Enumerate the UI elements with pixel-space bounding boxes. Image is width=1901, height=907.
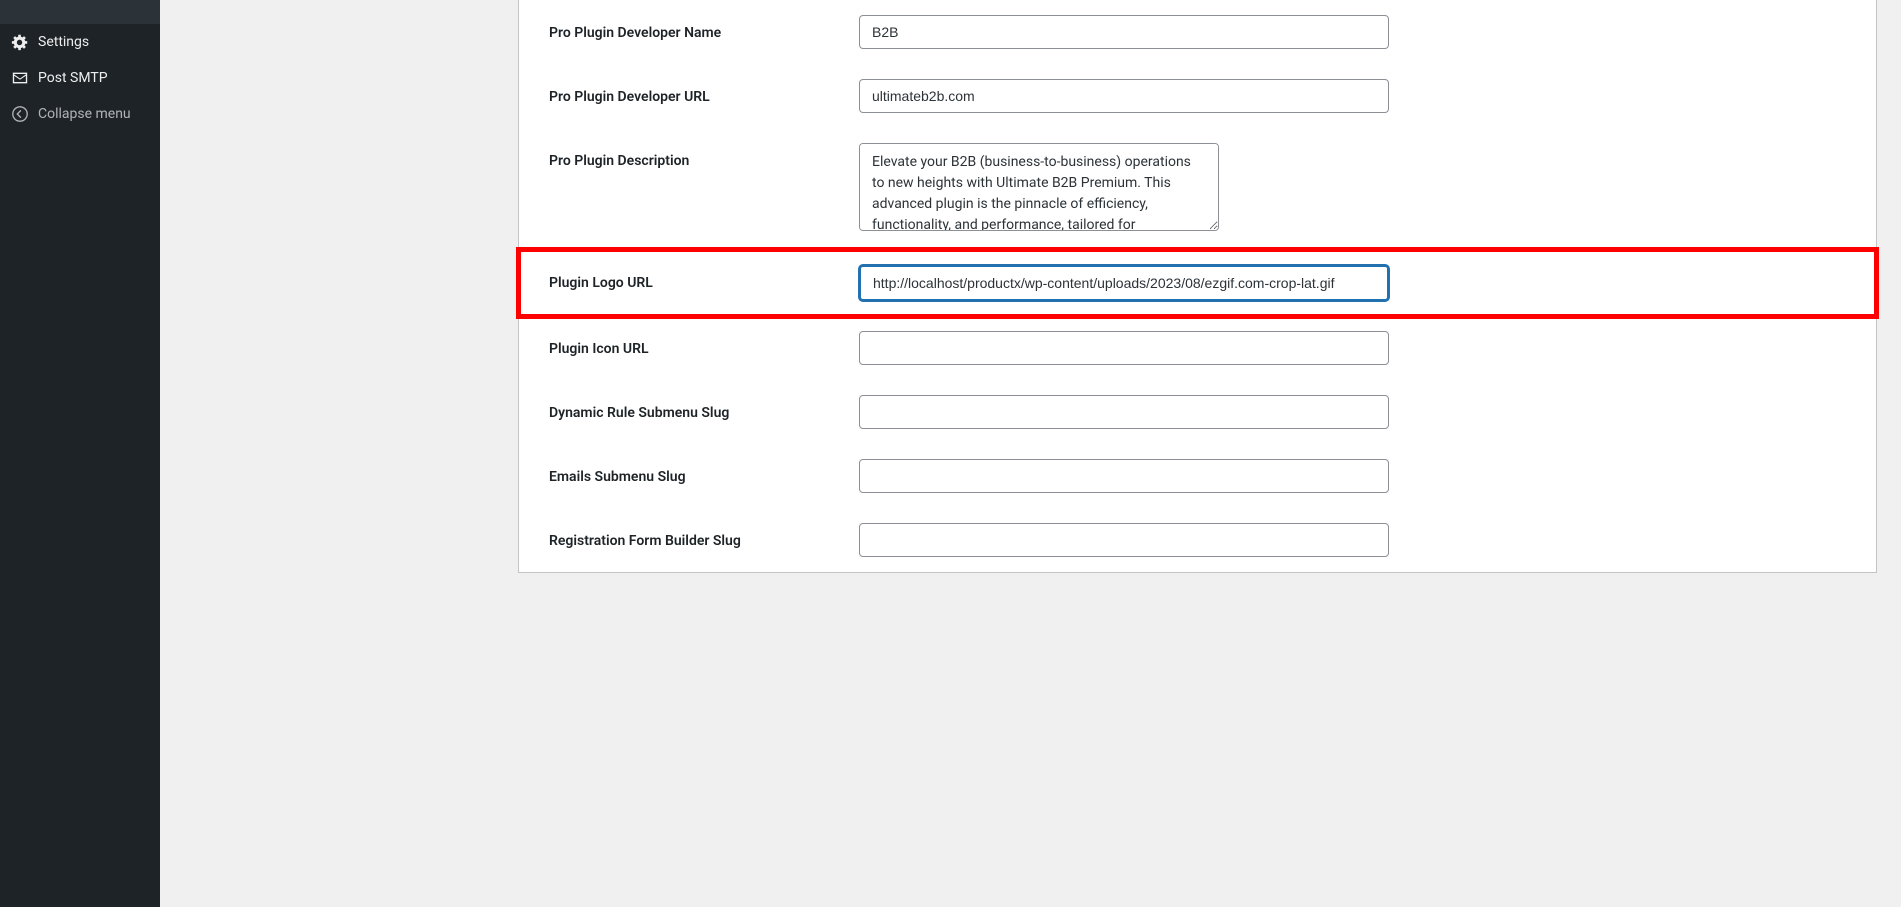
sidebar-item-label: Post SMTP bbox=[38, 70, 108, 86]
row-logo-url: Plugin Logo URL bbox=[519, 250, 1876, 316]
settings-icon bbox=[10, 32, 30, 52]
collapse-icon bbox=[10, 104, 30, 124]
label-description: Pro Plugin Description bbox=[549, 143, 859, 169]
input-dev-name[interactable] bbox=[859, 15, 1389, 49]
main-panel: Pro Plugin Developer Name Pro Plugin Dev… bbox=[240, 0, 1901, 907]
sidebar-item-label: Collapse menu bbox=[38, 106, 131, 122]
sidebar-item-label: Settings bbox=[38, 34, 89, 50]
label-rule-slug: Dynamic Rule Submenu Slug bbox=[549, 395, 859, 421]
admin-sidebar: Settings Post SMTP Collapse menu bbox=[0, 0, 160, 907]
label-dev-name: Pro Plugin Developer Name bbox=[549, 15, 859, 41]
sidebar-item-top[interactable] bbox=[0, 0, 160, 24]
sidebar-collapse-menu[interactable]: Collapse menu bbox=[0, 96, 160, 132]
field-icon-url bbox=[859, 331, 1846, 365]
label-logo-url: Plugin Logo URL bbox=[549, 265, 859, 291]
input-emails-slug[interactable] bbox=[859, 459, 1389, 493]
label-reg-form-slug: Registration Form Builder Slug bbox=[549, 523, 859, 549]
input-icon-url[interactable] bbox=[859, 331, 1389, 365]
field-logo-url bbox=[859, 265, 1846, 301]
generic-icon bbox=[10, 0, 30, 20]
row-description: Pro Plugin Description bbox=[519, 128, 1876, 250]
input-rule-slug[interactable] bbox=[859, 395, 1389, 429]
content-area: Pro Plugin Developer Name Pro Plugin Dev… bbox=[160, 0, 1901, 907]
row-rule-slug: Dynamic Rule Submenu Slug bbox=[519, 380, 1876, 444]
textarea-description[interactable] bbox=[859, 143, 1219, 231]
sidebar-item-settings[interactable]: Settings bbox=[0, 24, 160, 60]
row-reg-form-slug: Registration Form Builder Slug bbox=[519, 508, 1876, 572]
label-emails-slug: Emails Submenu Slug bbox=[549, 459, 859, 485]
field-emails-slug bbox=[859, 459, 1846, 493]
input-dev-url[interactable] bbox=[859, 79, 1389, 113]
input-logo-url[interactable] bbox=[859, 265, 1389, 301]
row-dev-name: Pro Plugin Developer Name bbox=[519, 0, 1876, 64]
content-gap bbox=[160, 0, 240, 907]
row-dev-url: Pro Plugin Developer URL bbox=[519, 64, 1876, 128]
field-dev-url bbox=[859, 79, 1846, 113]
field-dev-name bbox=[859, 15, 1846, 49]
input-reg-form-slug[interactable] bbox=[859, 523, 1389, 557]
mail-icon bbox=[10, 68, 30, 88]
row-emails-slug: Emails Submenu Slug bbox=[519, 444, 1876, 508]
field-description bbox=[859, 143, 1846, 235]
settings-form: Pro Plugin Developer Name Pro Plugin Dev… bbox=[518, 0, 1877, 573]
label-icon-url: Plugin Icon URL bbox=[549, 331, 859, 357]
sidebar-item-post-smtp[interactable]: Post SMTP bbox=[0, 60, 160, 96]
field-rule-slug bbox=[859, 395, 1846, 429]
field-reg-form-slug bbox=[859, 523, 1846, 557]
row-icon-url: Plugin Icon URL bbox=[519, 316, 1876, 380]
label-dev-url: Pro Plugin Developer URL bbox=[549, 79, 859, 105]
